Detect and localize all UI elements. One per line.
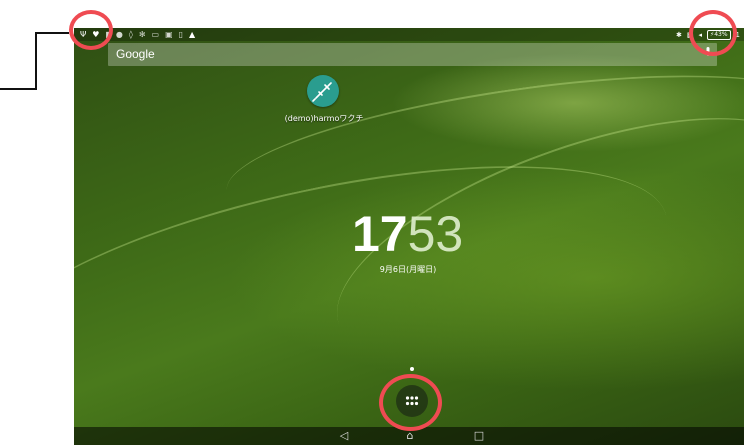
clock-minute: 53 bbox=[407, 206, 464, 262]
clock-date: 9月6日(月曜日) bbox=[379, 265, 437, 274]
status-bar[interactable]: Ψ ♥ ▮ ● ◊ ✻ ▭ ▣ ▯ ▲ ✱ ▩ ◂ ⚡43% 1 bbox=[74, 28, 744, 41]
mail-icon: ● bbox=[115, 30, 123, 39]
image-icon: ▭ bbox=[151, 30, 160, 39]
highlight-circle-status-left bbox=[69, 10, 113, 50]
back-icon[interactable]: ◁ bbox=[334, 427, 354, 445]
clock-hour: 17 bbox=[352, 206, 408, 262]
highlight-circle-battery bbox=[689, 10, 737, 56]
gallery-icon: ▣ bbox=[165, 30, 173, 39]
page-indicator-dot bbox=[410, 367, 414, 371]
location-icon: ◊ bbox=[128, 30, 133, 39]
callout-line-top bbox=[35, 32, 69, 34]
bluetooth-icon: ✱ bbox=[675, 30, 682, 39]
syringe-icon bbox=[312, 82, 332, 102]
warning-icon: ▲ bbox=[189, 30, 196, 39]
google-search-bar[interactable]: Google bbox=[108, 43, 717, 66]
sim-icon: ▯ bbox=[178, 30, 184, 39]
clock-widget[interactable]: 1753 bbox=[352, 204, 472, 264]
search-bar-label: Google bbox=[116, 47, 155, 61]
recents-icon[interactable]: □ bbox=[469, 427, 489, 445]
callout-line-vertical bbox=[35, 32, 37, 90]
harmo-app-label[interactable]: (demo)harmoワクチ bbox=[264, 113, 384, 124]
callout-line-bottom bbox=[0, 88, 37, 90]
fan-icon: ✻ bbox=[138, 30, 146, 39]
highlight-circle-app-drawer bbox=[379, 374, 442, 431]
harmo-app-icon[interactable] bbox=[307, 75, 339, 107]
